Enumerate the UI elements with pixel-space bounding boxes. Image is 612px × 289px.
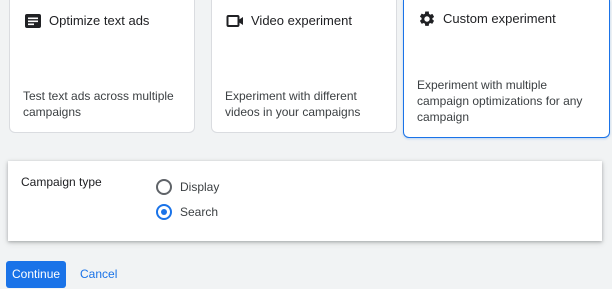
radio-button-display[interactable] xyxy=(156,179,172,195)
card-optimize-text-ads[interactable]: Optimize text ads Test text ads across m… xyxy=(9,0,195,133)
card-description: Experiment with different videos in your… xyxy=(225,89,361,119)
video-camera-icon xyxy=(226,12,244,30)
card-header: Video experiment xyxy=(226,12,352,30)
card-video-experiment[interactable]: Video experiment Experiment with differe… xyxy=(211,0,397,133)
text-ad-icon xyxy=(24,12,42,30)
card-description: Experiment with multiple campaign optimi… xyxy=(417,78,583,124)
campaign-type-panel: Campaign type Display Search xyxy=(8,161,602,241)
card-custom-experiment[interactable]: Custom experiment Experiment with multip… xyxy=(403,0,610,138)
card-title: Custom experiment xyxy=(443,11,556,26)
radio-option-display[interactable]: Display xyxy=(156,179,219,195)
campaign-type-label: Campaign type xyxy=(21,175,102,189)
radio-button-search[interactable] xyxy=(156,204,172,220)
card-header: Custom experiment xyxy=(418,10,556,28)
radio-option-search[interactable]: Search xyxy=(156,204,218,220)
card-title: Video experiment xyxy=(251,13,352,28)
cancel-button[interactable]: Cancel xyxy=(80,267,117,281)
card-title: Optimize text ads xyxy=(49,13,150,28)
radio-label-search: Search xyxy=(180,205,219,219)
continue-button[interactable]: Continue xyxy=(6,261,67,288)
radio-label-display: Display xyxy=(180,180,220,194)
gear-icon xyxy=(418,10,436,28)
card-description: Test text ads across multiple campaigns xyxy=(23,89,174,119)
card-header: Optimize text ads xyxy=(24,12,149,30)
